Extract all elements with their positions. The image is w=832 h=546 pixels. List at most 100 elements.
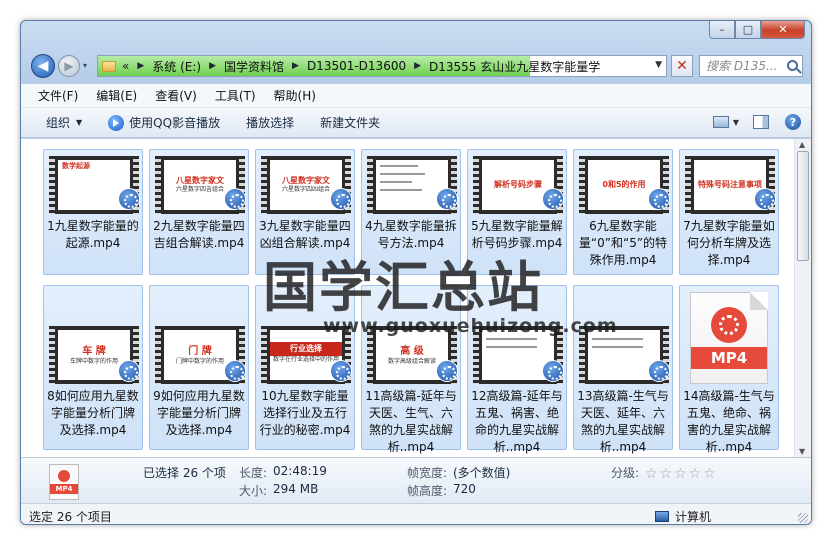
- change-view-icon[interactable]: [712, 116, 729, 128]
- file-tile[interactable]: MP4 14高级篇-生气与五鬼、绝命、祸害的九星实战解析..mp4: [679, 285, 779, 454]
- file-tile[interactable]: 八星数字家文 六星数字四凶组合 3九星数字能量四凶组合解读.mp4: [255, 149, 355, 275]
- chevron-right-icon[interactable]: ▶: [414, 61, 421, 71]
- slide-subtitle: 车牌中数字的作用: [69, 357, 118, 365]
- menu-tools[interactable]: 工具(T): [215, 87, 256, 104]
- video-badge-icon: [118, 188, 140, 210]
- video-badge-icon: [118, 360, 140, 382]
- vertical-scrollbar[interactable]: ▲ ▼: [794, 139, 811, 457]
- scroll-up-icon[interactable]: ▲: [799, 140, 805, 149]
- menu-edit[interactable]: 编辑(E): [96, 87, 137, 104]
- help-icon[interactable]: ?: [785, 114, 801, 130]
- navigation-row: ◀ ▶ ▾ « ▶ 系统 (E:) ▶ 国学资料馆 ▶ D13501-D1360…: [21, 51, 811, 81]
- new-folder-button[interactable]: 新建文件夹: [320, 114, 380, 131]
- slide-lines: [592, 346, 644, 348]
- breadcrumb-drive[interactable]: 系统 (E:): [152, 58, 201, 75]
- slide-lines: [380, 165, 419, 167]
- file-list: 数学起源 1九星数字能量的起源.mp4 八星数字家文 六星数字四吉组合 2九星数…: [21, 139, 796, 457]
- breadcrumb-folder-2[interactable]: D13501-D13600: [307, 59, 406, 73]
- file-name: 8如何应用九星数字能量分析门牌及选择.mp4: [47, 389, 139, 437]
- file-tile[interactable]: 车 牌 车牌中数字的作用 8如何应用九星数字能量分析门牌及选择.mp4: [43, 285, 143, 450]
- chevron-right-icon[interactable]: ▶: [292, 61, 299, 71]
- play-with-qq-button[interactable]: 使用QQ影音播放: [108, 114, 220, 131]
- rating-stars[interactable]: ☆☆☆☆☆: [645, 466, 718, 482]
- slide-lines: [380, 181, 412, 183]
- breadcrumb-folder-1[interactable]: 国学资料馆: [224, 58, 284, 75]
- slide-title: 八星数字家文: [176, 175, 224, 185]
- file-name: 5九星数字能量解析号码步骤.mp4: [471, 219, 563, 250]
- organize-button[interactable]: 组织 ▼: [46, 114, 82, 131]
- scroll-thumb[interactable]: [797, 151, 809, 261]
- file-name: 14高级篇-生气与五鬼、绝命、祸害的九星实战解析..mp4: [683, 389, 775, 454]
- menu-view[interactable]: 查看(V): [155, 87, 197, 104]
- menu-file[interactable]: 文件(F): [38, 87, 78, 104]
- breadcrumb-folder-3[interactable]: D13555 玄山业九星数字能量学: [429, 58, 600, 75]
- file-tile[interactable]: 0和5的作用 6九星数字能量“0”和“5”的特殊作用.mp4: [573, 149, 673, 275]
- video-badge-icon: [224, 188, 246, 210]
- file-name: 9如何应用九星数字能量分析门牌及选择.mp4: [153, 389, 245, 437]
- file-name: 11高级篇-延年与天医、生气、六煞的九星实战解析..mp4: [365, 389, 457, 454]
- chevron-right-icon[interactable]: ▶: [137, 61, 144, 71]
- slide-title: 行业选择: [270, 342, 342, 356]
- breadcrumb-overflow[interactable]: «: [122, 59, 129, 73]
- file-name: 7九星数字能量如何分析车牌及选择.mp4: [683, 219, 775, 267]
- search-icon[interactable]: [787, 60, 798, 71]
- status-bar: 选定 26 个项目 计算机: [21, 503, 811, 524]
- new-folder-label: 新建文件夹: [320, 116, 381, 130]
- close-button[interactable]: ✕: [761, 21, 805, 39]
- file-name: 10九星数字能量选择行业及五行行业的秘密.mp4: [259, 389, 351, 437]
- forward-button[interactable]: ▶: [58, 55, 80, 77]
- chevron-down-icon[interactable]: ▼: [733, 118, 739, 127]
- search-input[interactable]: 搜索 D135...: [699, 55, 803, 77]
- video-badge-icon: [224, 360, 246, 382]
- folder-icon: [102, 60, 116, 72]
- slide-title: 车 牌: [82, 345, 106, 357]
- file-tile[interactable]: 行业选择 数字在行业选择中的作用 10九星数字能量选择行业及五行行业的秘密.mp…: [255, 285, 355, 450]
- file-tile[interactable]: 特殊号码注意事项 7九星数字能量如何分析车牌及选择.mp4: [679, 149, 779, 275]
- film-reel-icon: [711, 307, 747, 343]
- address-bar[interactable]: « ▶ 系统 (E:) ▶ 国学资料馆 ▶ D13501-D13600 ▶ D1…: [97, 55, 667, 77]
- video-badge-icon: [330, 188, 352, 210]
- file-tile[interactable]: 八星数字家文 六星数字四吉组合 2九星数字能量四吉组合解读.mp4: [149, 149, 249, 275]
- file-tile[interactable]: 12高级篇-延年与五鬼、祸害、绝命的九星实战解析..mp4: [467, 285, 567, 454]
- caption-buttons: – □ ✕: [709, 21, 805, 39]
- minimize-button[interactable]: –: [709, 21, 735, 39]
- status-location: 计算机: [655, 508, 712, 524]
- duration-value: 02:48:19: [273, 464, 327, 478]
- toolbar-right: ▼ ?: [712, 114, 801, 130]
- play-selection-button[interactable]: 播放选择: [246, 114, 294, 131]
- file-tile[interactable]: 高 级 数字高级组合解读 11高级篇-延年与天医、生气、六煞的九星实战解析..m…: [361, 285, 461, 454]
- scroll-down-icon[interactable]: ▼: [799, 447, 805, 456]
- maximize-button[interactable]: □: [735, 21, 761, 39]
- file-tile[interactable]: 数学起源 1九星数字能量的起源.mp4: [43, 149, 143, 275]
- duration-label: 长度:: [239, 466, 268, 480]
- mp4-label: MP4: [691, 347, 767, 369]
- status-location-label: 计算机: [675, 510, 712, 524]
- search-placeholder: 搜索 D135...: [706, 59, 778, 73]
- back-button[interactable]: ◀: [31, 54, 55, 78]
- file-tile[interactable]: 解析号码步骤 5九星数字能量解析号码步骤.mp4: [467, 149, 567, 275]
- recent-pages-dropdown[interactable]: ▾: [83, 61, 87, 70]
- preview-pane-icon[interactable]: [753, 115, 769, 129]
- slide-lines: [486, 346, 538, 348]
- slide-title: 数学起源: [62, 162, 90, 170]
- video-badge-icon: [648, 360, 670, 382]
- file-tile[interactable]: 4九星数字能量拆号方法.mp4: [361, 149, 461, 275]
- file-name: 12高级篇-延年与五鬼、祸害、绝命的九星实战解析..mp4: [471, 389, 563, 454]
- address-dropdown-icon[interactable]: ▼: [655, 60, 662, 70]
- file-name: 13高级篇-生气与天医、延年、六煞的九星实战解析..mp4: [577, 389, 669, 454]
- slide-lines: [592, 338, 644, 340]
- size-value: 294 MB: [273, 482, 319, 496]
- slide-title: 0和5的作用: [602, 179, 646, 189]
- frame-height-label: 帧高度:: [407, 484, 448, 498]
- stop-button[interactable]: ✕: [671, 55, 693, 77]
- menu-bar: 文件(F) 编辑(E) 查看(V) 工具(T) 帮助(H): [21, 84, 811, 108]
- menu-help[interactable]: 帮助(H): [274, 87, 316, 104]
- command-bar: 组织 ▼ 使用QQ影音播放 播放选择 新建文件夹 ▼ ?: [21, 108, 811, 138]
- file-tile[interactable]: 门 牌 门牌中数字的作用 9如何应用九星数字能量分析门牌及选择.mp4: [149, 285, 249, 450]
- slide-subtitle: 数字高级组合解读: [387, 357, 436, 365]
- file-tile[interactable]: 13高级篇-生气与天医、延年、六煞的九星实战解析..mp4: [573, 285, 673, 454]
- mp4-file-icon: MP4: [690, 292, 768, 384]
- breadcrumb: « ▶ 系统 (E:) ▶ 国学资料馆 ▶ D13501-D13600 ▶ D1…: [98, 56, 600, 76]
- resize-grip[interactable]: [798, 513, 808, 523]
- chevron-right-icon[interactable]: ▶: [209, 61, 216, 71]
